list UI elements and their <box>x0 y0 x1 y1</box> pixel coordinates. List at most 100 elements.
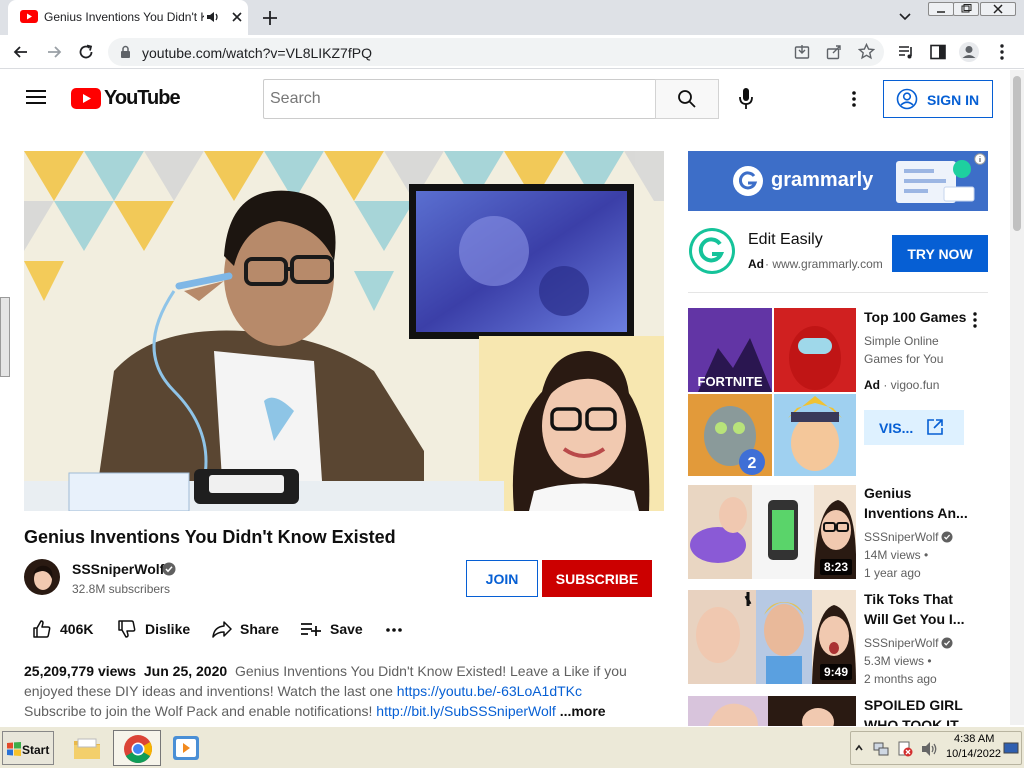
side-edge-handle[interactable] <box>0 297 10 377</box>
channel-name[interactable]: SSSniperWolf <box>72 561 164 577</box>
minimize-button[interactable] <box>928 2 954 16</box>
settings-more-icon[interactable] <box>850 90 858 108</box>
ad-info-icon[interactable] <box>974 153 986 165</box>
view-count: 25,209,779 views <box>24 663 137 679</box>
address-bar[interactable]: youtube.com/watch?v=VL8LIKZ7fPQ <box>108 38 884 66</box>
reload-icon[interactable] <box>77 43 95 61</box>
save-label: Save <box>330 621 363 637</box>
search-input[interactable] <box>264 80 656 118</box>
verified-check-icon <box>941 637 953 649</box>
dislike-button[interactable]: Dislike <box>117 617 190 641</box>
clock-date[interactable]: 10/14/2022 <box>946 748 1001 760</box>
lock-icon[interactable] <box>120 45 131 59</box>
url-text: youtube.com/watch?v=VL8LIKZ7fPQ <box>142 45 372 61</box>
video-player[interactable] <box>24 151 664 511</box>
start-button[interactable]: Start <box>2 731 54 765</box>
playlist-add-icon <box>300 619 322 639</box>
rec-title-1b[interactable]: Inventions An... <box>864 503 968 523</box>
game-tiles-illustration: FORTNITE 2 <box>688 308 856 476</box>
like-button[interactable]: 406K <box>32 617 93 641</box>
volume-icon[interactable] <box>921 741 939 757</box>
description-link-2[interactable]: http://bit.ly/SubSSSniperWolf <box>376 703 556 719</box>
close-window-button[interactable] <box>980 2 1016 16</box>
youtube-play-icon <box>71 88 101 109</box>
show-more-link[interactable]: ...more <box>560 703 606 719</box>
bookmark-star-icon[interactable] <box>858 43 875 60</box>
external-link-icon <box>926 418 944 436</box>
microphone-icon[interactable] <box>738 87 754 111</box>
side-panel-icon[interactable] <box>929 43 947 61</box>
rec-title-2a[interactable]: Tik Toks That <box>864 589 953 609</box>
grammarly-round-logo <box>688 227 736 275</box>
action-center-icon[interactable] <box>897 741 913 757</box>
thumbs-down-icon <box>117 619 137 639</box>
chrome-menu-icon[interactable] <box>994 43 1010 61</box>
description-link-1[interactable]: https://youtu.be/-63LoA1dTKc <box>397 683 582 699</box>
video-description[interactable]: 25,209,779 views Jun 25, 2020 Genius Inv… <box>24 661 644 721</box>
game-ad-title[interactable]: Top 100 Games <box>864 307 966 327</box>
media-controls-icon[interactable] <box>897 43 915 61</box>
back-arrow-icon[interactable] <box>12 43 30 61</box>
rec-title-3a[interactable]: SPOILED GIRL <box>864 695 963 715</box>
game-ad-thumbnail[interactable]: FORTNITE 2 <box>688 308 856 476</box>
rec-title-1a[interactable]: Genius <box>864 483 911 503</box>
media-player-icon[interactable] <box>172 735 200 761</box>
share-page-icon[interactable] <box>826 44 842 60</box>
browser-tab[interactable]: Genius Inventions You Didn't Know Existe… <box>8 0 248 35</box>
verified-check-icon <box>941 531 953 543</box>
save-button[interactable]: Save <box>300 617 363 641</box>
scrollbar-thumb[interactable] <box>1013 76 1021 231</box>
rec-title-3b[interactable]: WHO TOOK IT <box>864 715 959 726</box>
more-actions-icon[interactable] <box>385 627 403 633</box>
restore-button[interactable] <box>953 2 979 16</box>
join-button[interactable]: JOIN <box>466 560 538 597</box>
search-icon <box>677 89 697 109</box>
clock-time[interactable]: 4:38 AM <box>954 733 994 745</box>
rec-channel-1[interactable]: SSSniperWolf <box>864 528 938 546</box>
page-scrollbar[interactable] <box>1010 70 1024 725</box>
share-arrow-icon <box>212 619 232 639</box>
rec-title-2b[interactable]: Will Get You I... <box>864 609 964 629</box>
chevron-down-icon[interactable] <box>898 10 912 24</box>
network-icon[interactable] <box>873 741 889 757</box>
ad-headline: Edit Easily <box>748 231 823 248</box>
forward-arrow-icon[interactable] <box>45 43 63 61</box>
profile-avatar-icon[interactable] <box>958 41 980 63</box>
fortnite-tile-text: FORTNITE <box>698 374 763 389</box>
install-app-icon[interactable] <box>794 44 810 60</box>
new-tab-button[interactable] <box>258 6 282 30</box>
sign-in-button[interactable]: SIGN IN <box>883 80 993 118</box>
sidebar-divider <box>688 292 988 293</box>
show-desktop-icon[interactable] <box>1003 742 1019 754</box>
rec-channel-2[interactable]: SSSniperWolf <box>864 634 938 652</box>
tray-expand-icon[interactable] <box>855 743 863 753</box>
game-ad-source: Ad · vigoo.fun <box>864 378 940 392</box>
subscribe-button[interactable]: SUBSCRIBE <box>542 560 652 597</box>
description-text-1: Genius Inventions You Didn't Know Existe… <box>234 663 627 679</box>
rec-thumbnail-3[interactable] <box>688 696 856 726</box>
close-tab-icon[interactable] <box>230 10 244 24</box>
file-explorer-icon[interactable] <box>72 733 102 763</box>
share-button[interactable]: Share <box>212 617 279 641</box>
search-box[interactable] <box>263 79 656 119</box>
browser-toolbar: youtube.com/watch?v=VL8LIKZ7fPQ <box>0 35 1024 69</box>
chrome-taskbar-button[interactable] <box>113 730 161 766</box>
channel-avatar[interactable] <box>24 559 60 595</box>
hamburger-menu-icon[interactable] <box>26 89 46 105</box>
description-text-2: enjoyed these DIY ideas and inventions! … <box>24 683 393 699</box>
youtube-logo[interactable]: YouTube <box>71 87 181 110</box>
search-button[interactable] <box>655 79 719 119</box>
document-illustration <box>888 157 978 207</box>
rec-thumbnail-2[interactable]: 9:49 <box>688 590 856 684</box>
rec-thumbnail-1[interactable]: 8:23 <box>688 485 856 579</box>
upload-date: Jun 25, 2020 <box>143 663 228 679</box>
game-ad-more-icon[interactable] <box>972 311 978 329</box>
description-line-2: enjoyed these DIY ideas and inventions! … <box>24 681 644 701</box>
tab-strip: Genius Inventions You Didn't Know Existe… <box>0 0 1024 35</box>
try-now-button[interactable]: TRY NOW <box>892 235 988 272</box>
taskbar: Start 4:38 AM 10/14/2022 <box>0 726 1024 768</box>
ad-domain-text: www.grammarly.com <box>772 257 882 271</box>
speaker-icon[interactable] <box>206 11 220 23</box>
grammarly-ad-banner[interactable]: grammarly <box>688 151 988 211</box>
visit-button[interactable]: VIS... <box>864 410 964 445</box>
